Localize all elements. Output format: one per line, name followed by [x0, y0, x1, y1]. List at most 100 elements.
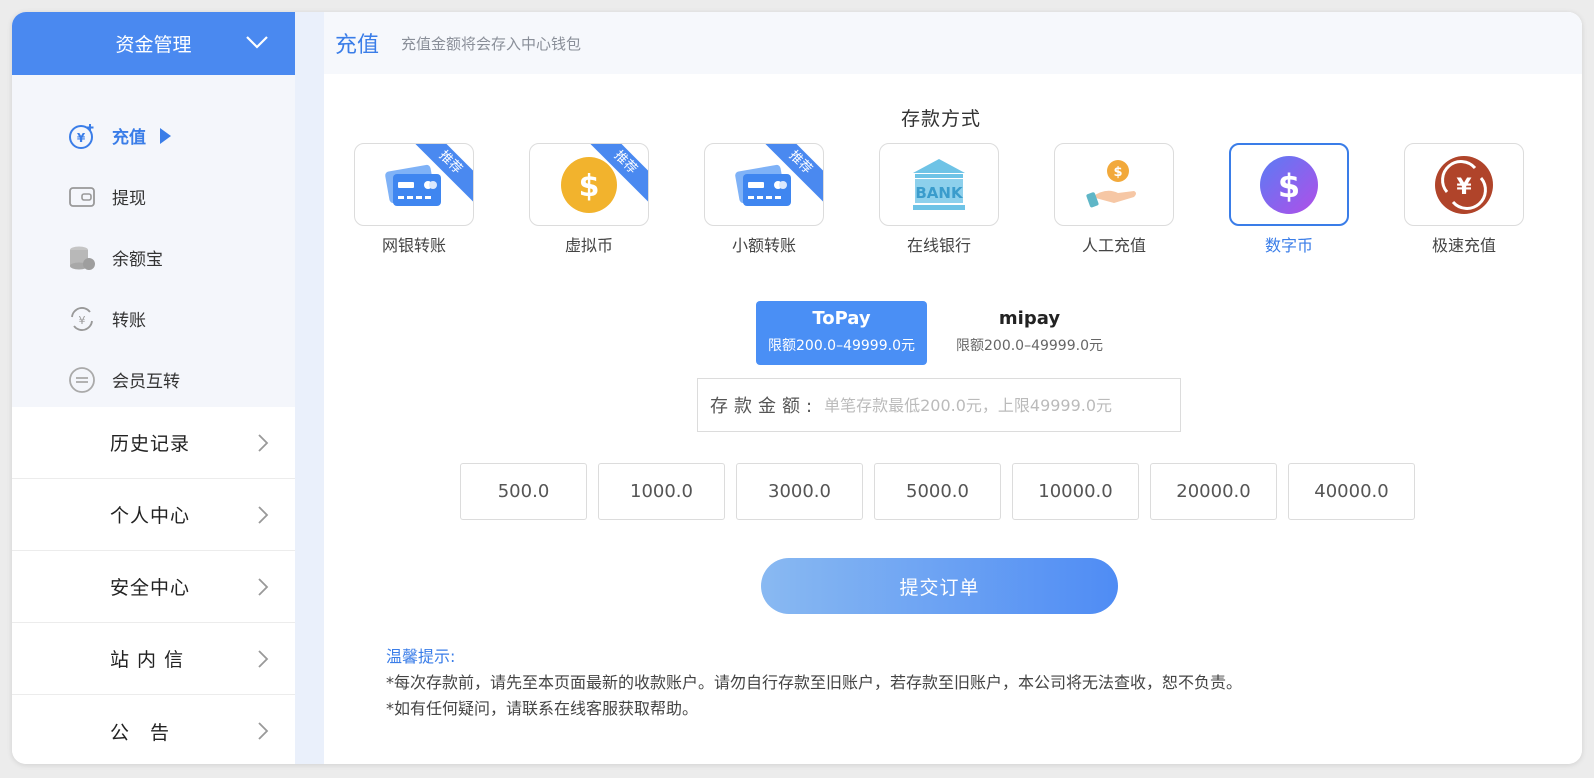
main-content: 充值 充值金额将会存入中心钱包 存款方式 推荐 网银转账 $ 推荐 虚拟币 推荐… [324, 12, 1582, 764]
bank-building-icon: BANK [913, 158, 965, 210]
method-fast-recharge[interactable]: ¥ 极速充值 [1404, 143, 1524, 256]
tips-line: *如有任何疑问，请联系在线客服获取帮助。 [386, 699, 699, 718]
channel-limit: 限额200.0–49999.0元 [768, 338, 915, 354]
sidebar-item-member-transfer[interactable]: 会员互转 [12, 349, 295, 410]
quick-amount-button[interactable]: 1000.0 [598, 463, 725, 520]
sidebar-item-label: 个人中心 [110, 505, 191, 527]
sidebar-item-messages[interactable]: 站 内 信 [12, 623, 295, 695]
sidebar-item-label: 站 内 信 [110, 649, 185, 671]
sidebar-header-label: 资金管理 [115, 34, 192, 56]
method-card: BANK [879, 143, 999, 226]
digital-dollar-icon: $ [1260, 155, 1318, 214]
sidebar-item-history[interactable]: 历史记录 [12, 407, 295, 479]
sidebar-item-label: 历史记录 [110, 433, 191, 455]
svg-text:¥: ¥ [79, 314, 86, 327]
amount-label: 存款金额: [710, 396, 819, 417]
recharge-yuan-icon: ¥ [68, 122, 96, 150]
sidebar-item-security[interactable]: 安全中心 [12, 551, 295, 623]
submit-order-button[interactable]: 提交订单 [761, 558, 1118, 614]
svg-text:$: $ [579, 169, 600, 204]
tips-panel: 温馨提示: *每次存款前，请先至本页面最新的收款账户。请勿自行存款至旧账户，若存… [386, 644, 1242, 722]
method-manual-recharge[interactable]: $ 人工充值 [1054, 143, 1174, 256]
coin-stack-icon [68, 244, 96, 272]
svg-text:$: $ [1278, 167, 1300, 205]
sidebar-submenu: ¥ 充值 提现 余额宝 ¥ 转账 会员互转 [12, 75, 295, 407]
deposit-amount-row: 存款金额: [697, 378, 1181, 432]
sidebar-divider-strip [295, 12, 324, 764]
method-card: ¥ [1404, 143, 1524, 226]
sidebar-item-transfer[interactable]: ¥ 转账 [12, 288, 295, 349]
sidebar: 资金管理 ¥ 充值 提现 余额宝 ¥ 转账 会员互转 历史记录 个人中心 安全中… [12, 12, 295, 764]
method-card: 推荐 [354, 143, 474, 226]
sidebar-item-label: 提现 [112, 189, 146, 209]
svg-text:¥: ¥ [77, 131, 86, 145]
fast-yuan-icon: ¥ [1435, 155, 1493, 214]
page-subtitle: 充值金额将会存入中心钱包 [401, 34, 582, 53]
svg-text:$: $ [1113, 165, 1122, 180]
bank-text: BANK [915, 184, 964, 202]
method-label: 虚拟币 [564, 236, 613, 255]
sidebar-item-label: 公 告 [110, 721, 171, 744]
quick-amount-button[interactable]: 500.0 [460, 463, 587, 520]
sidebar-item-announcements[interactable]: 公 告 [12, 695, 295, 764]
page-title: 充值 [335, 33, 380, 58]
quick-amount-button[interactable]: 20000.0 [1150, 463, 1277, 520]
method-virtual-coin[interactable]: $ 推荐 虚拟币 [529, 143, 649, 256]
page-header: 充值 充值金额将会存入中心钱包 [324, 12, 1582, 74]
sidebar-item-label: 充值 [112, 128, 146, 148]
channel-mipay[interactable]: mipay 限额200.0–49999.0元 [944, 301, 1115, 365]
sidebar-header-funds[interactable]: 资金管理 [12, 12, 295, 75]
sidebar-item-label: 转账 [112, 311, 146, 331]
sidebar-item-label: 会员互转 [112, 372, 180, 392]
method-online-banking-transfer[interactable]: 推荐 网银转账 [354, 143, 474, 256]
method-digital-coin[interactable]: $ 数字币 [1229, 143, 1349, 256]
amount-input[interactable] [824, 395, 1155, 415]
method-label: 人工充值 [1081, 236, 1146, 255]
method-label: 数字币 [1264, 236, 1313, 255]
exchange-icon [68, 366, 96, 394]
transfer-yuan-icon: ¥ [68, 305, 96, 333]
sidebar-item-recharge[interactable]: ¥ 充值 [12, 105, 295, 166]
channel-limit: 限额200.0–49999.0元 [956, 338, 1103, 354]
channel-name: ToPay [812, 308, 871, 329]
method-label: 网银转账 [381, 236, 446, 255]
method-label: 小额转账 [731, 236, 796, 255]
quick-amount-button[interactable]: 5000.0 [874, 463, 1001, 520]
quick-amounts: 500.0 1000.0 3000.0 5000.0 10000.0 20000… [460, 463, 1415, 520]
wallet-icon [68, 183, 96, 211]
method-online-bank[interactable]: BANK 在线银行 [879, 143, 999, 256]
quick-amount-button[interactable]: 40000.0 [1288, 463, 1415, 520]
quick-amount-button[interactable]: 3000.0 [736, 463, 863, 520]
method-small-transfer[interactable]: 推荐 小额转账 [704, 143, 824, 256]
sidebar-item-yuebao[interactable]: 余额宝 [12, 227, 295, 288]
svg-text:¥: ¥ [1456, 175, 1472, 200]
chevron-right-icon [258, 722, 269, 740]
chevron-right-icon [258, 506, 269, 524]
method-card: $ [1229, 143, 1349, 226]
quick-amount-button[interactable]: 10000.0 [1012, 463, 1139, 520]
tips-heading: 温馨提示: [386, 647, 456, 666]
triangle-right-icon [160, 127, 171, 144]
deposit-method-title: 存款方式 [900, 108, 981, 130]
channel-topay[interactable]: ToPay 限额200.0–49999.0元 [756, 301, 927, 365]
method-label: 在线银行 [906, 236, 971, 255]
sidebar-item-withdraw[interactable]: 提现 [12, 166, 295, 227]
sidebar-item-profile[interactable]: 个人中心 [12, 479, 295, 551]
method-label: 极速充值 [1431, 236, 1496, 255]
chevron-right-icon [258, 578, 269, 596]
method-card: $ [1054, 143, 1174, 226]
chevron-right-icon [258, 650, 269, 668]
sidebar-item-label: 安全中心 [110, 577, 191, 599]
tips-line: *每次存款前，请先至本页面最新的收款账户。请勿自行存款至旧账户，若存款至旧账户，… [386, 673, 1243, 692]
channel-name: mipay [998, 308, 1061, 329]
bank-card-icon [735, 164, 791, 206]
method-card: $ 推荐 [529, 143, 649, 226]
chevron-right-icon [258, 434, 269, 452]
hand-coin-icon: $ [1086, 159, 1136, 207]
chevron-down-icon [246, 36, 268, 49]
method-card: 推荐 [704, 143, 824, 226]
sidebar-item-label: 余额宝 [112, 250, 163, 270]
bank-card-icon [385, 164, 441, 206]
payment-channels: ToPay 限额200.0–49999.0元 mipay 限额200.0–499… [756, 301, 1115, 365]
app-window: 资金管理 ¥ 充值 提现 余额宝 ¥ 转账 会员互转 历史记录 个人中心 安全中… [12, 12, 1582, 764]
